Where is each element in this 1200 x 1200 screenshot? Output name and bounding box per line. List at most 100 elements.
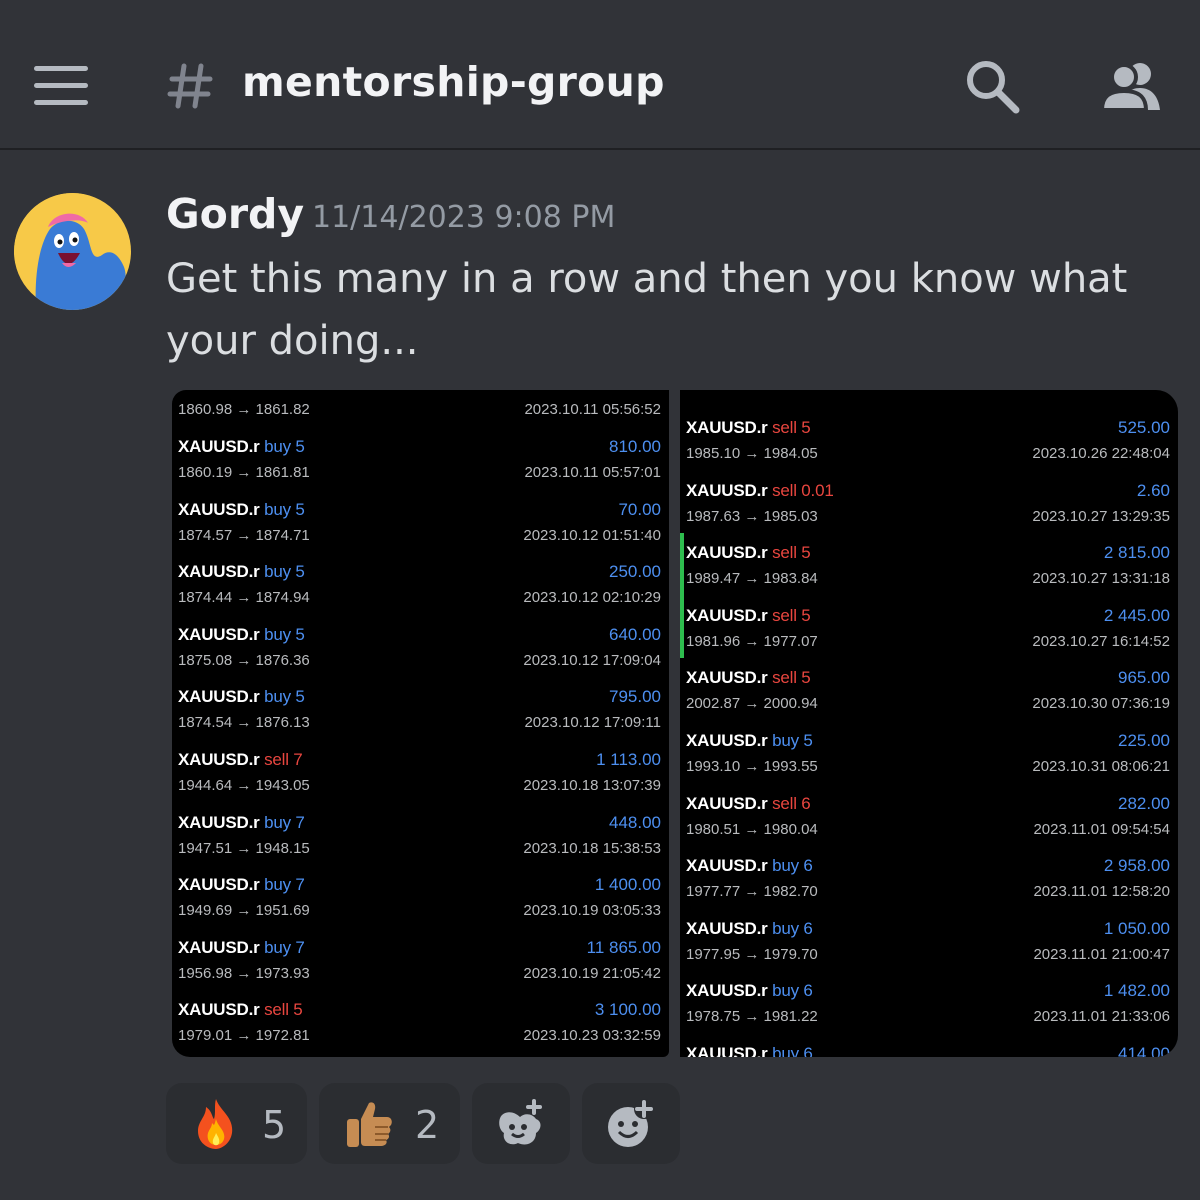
trade-side: buy 6	[772, 918, 813, 938]
trade-symbol: XAUUSD.r buy 6	[686, 919, 813, 939]
trade-prices: 1944.64 → 1943.05	[178, 776, 310, 794]
add-reaction-button[interactable]	[582, 1083, 680, 1164]
trade-row: XAUUSD.r sell 5 525.00 1985.10 → 1984.05 20…	[680, 418, 1178, 481]
trade-profit: 11 865.00	[586, 937, 661, 957]
trade-symbol: XAUUSD.r buy 6	[686, 856, 813, 876]
trade-prices: 1874.57 → 1874.71	[178, 526, 310, 544]
members-icon[interactable]	[1100, 60, 1162, 112]
trade-row: XAUUSD.r sell 6 282.00 1980.51 → 1980.04 20…	[680, 794, 1178, 857]
trade-time: 2023.10.18 15:38:53	[523, 839, 661, 857]
trade-row: XAUUSD.r sell 5 3 100.00 1979.01 → 1972.81…	[172, 1000, 669, 1057]
trade-profit: 225.00	[1118, 730, 1170, 750]
trade-prices: 1874.54 → 1876.13	[178, 714, 310, 732]
menu-icon[interactable]	[34, 66, 88, 106]
trade-symbol-text: XAUUSD.r	[686, 418, 768, 437]
trade-time: 2023.10.12 17:09:11	[524, 714, 661, 732]
trade-profit: 282.00	[1118, 793, 1170, 813]
reaction-count: 2	[415, 1103, 440, 1147]
trade-side: sell 5	[264, 1000, 303, 1020]
trade-list: XAUUSD.r buy 5 810.00 1860.19 → 1861.81 202…	[172, 437, 669, 1057]
reaction-thumbs-up[interactable]: 2	[319, 1083, 460, 1164]
trade-row: XAUUSD.r buy 6 414.00	[680, 1044, 1178, 1057]
trade-time: 2023.10.12 01:51:40	[523, 526, 661, 544]
trade-profit: 1 482.00	[1103, 981, 1170, 1001]
image-attachment-right[interactable]: XAUUSD.r sell 5 525.00 1985.10 → 1984.05 20…	[680, 390, 1178, 1057]
trade-prices: 1977.95 → 1979.70	[686, 945, 818, 963]
trade-symbol-text: XAUUSD.r	[178, 499, 260, 519]
trade-symbol-text: XAUUSD.r	[178, 687, 260, 707]
trade-side: buy 5	[264, 499, 305, 519]
trade-symbol-text: XAUUSD.r	[178, 875, 260, 895]
trade-symbol-text: XAUUSD.r	[178, 437, 260, 456]
trade-symbol: XAUUSD.r sell 6	[686, 794, 811, 814]
avatar[interactable]	[14, 193, 131, 310]
trade-profit: 448.00	[609, 812, 661, 832]
message-timestamp: 11/14/2023 9:08 PM	[312, 200, 616, 235]
trade-time: 2023.10.11 05:57:01	[524, 464, 661, 481]
trade-symbol-text: XAUUSD.r	[686, 918, 768, 938]
trade-symbol: XAUUSD.r sell 5	[686, 606, 811, 626]
trade-symbol: XAUUSD.r sell 0.01	[686, 481, 834, 501]
trade-row: XAUUSD.r buy 6 1 050.00 1977.95 → 1979.70 2…	[680, 919, 1178, 982]
channel-name: mentorship-group	[242, 58, 665, 106]
trade-time: 2023.10.26 22:48:04	[1032, 445, 1170, 462]
trade-time: 2023.10.18 13:07:39	[523, 776, 661, 794]
trade-side: buy 7	[264, 875, 305, 895]
trade-side: buy 5	[264, 687, 305, 707]
trade-symbol: XAUUSD.r buy 5	[686, 731, 813, 751]
trade-prices: 1985.10 → 1984.05	[686, 445, 818, 462]
trade-side: sell 5	[772, 543, 811, 563]
trade-row: XAUUSD.r sell 5 965.00 2002.87 → 2000.94 20…	[680, 668, 1178, 731]
reaction-fire[interactable]: 5	[166, 1083, 307, 1164]
trade-symbol-text: XAUUSD.r	[686, 1043, 768, 1057]
trade-time: 2023.11.01 21:00:47	[1033, 945, 1170, 963]
trade-list: XAUUSD.r sell 5 525.00 1985.10 → 1984.05 20…	[680, 418, 1178, 1057]
trade-prices: 1989.47 → 1983.84	[686, 570, 818, 588]
trade-symbol: XAUUSD.r sell 7	[178, 750, 303, 770]
trade-time: 2023.10.30 07:36:19	[1032, 695, 1170, 713]
trade-row: XAUUSD.r buy 5 795.00 1874.54 → 1876.13 202…	[172, 687, 669, 750]
trade-row: XAUUSD.r sell 0.01 2.60 1987.63 → 1985.03 2…	[680, 481, 1178, 544]
add-super-reaction-button[interactable]	[472, 1083, 570, 1164]
trade-time: 2023.10.12 17:09:04	[523, 651, 661, 669]
trade-symbol-text: XAUUSD.r	[686, 856, 768, 876]
trade-prices: 1956.98 → 1973.93	[178, 964, 310, 982]
trade-row: XAUUSD.r sell 7 1 113.00 1944.64 → 1943.05…	[172, 750, 669, 813]
trade-time: 2023.10.27 13:29:35	[1032, 507, 1170, 525]
trade-symbol: XAUUSD.r buy 6	[686, 981, 813, 1001]
trade-prices: 1977.77 → 1982.70	[686, 883, 818, 901]
trade-time: 2023.10.27 13:31:18	[1032, 570, 1170, 588]
trade-prices: 1860.19 → 1861.81	[178, 464, 310, 481]
hash-icon	[167, 63, 213, 109]
trade-symbol-text: XAUUSD.r	[178, 624, 260, 644]
trade-symbol-text: XAUUSD.r	[686, 793, 768, 813]
trade-profit: 640.00	[609, 624, 661, 644]
trade-time: 2023.10.27 16:14:52	[1032, 632, 1170, 650]
trade-row: XAUUSD.r buy 5 640.00 1875.08 → 1876.36 202…	[172, 625, 669, 688]
trade-profit: 965.00	[1118, 668, 1170, 688]
trade-symbol: XAUUSD.r sell 5	[686, 668, 811, 688]
trade-symbol-text: XAUUSD.r	[686, 668, 768, 688]
trade-profit: 2 815.00	[1103, 543, 1170, 563]
trade-row: XAUUSD.r buy 6 1 482.00 1978.75 → 1981.22 2…	[680, 981, 1178, 1044]
trade-prices: 1875.08 → 1876.36	[178, 651, 310, 669]
trade-symbol: XAUUSD.r buy 7	[178, 938, 305, 958]
message-author[interactable]: Gordy	[166, 190, 304, 238]
search-icon[interactable]	[964, 58, 1020, 114]
trade-prices: 1980.51 → 1980.04	[686, 820, 818, 838]
trade-row: XAUUSD.r buy 7 1 400.00 1949.69 → 1951.69 2…	[172, 875, 669, 938]
image-attachment-left[interactable]: 1860.98 → 1861.82 2023.10.11 05:56:52 XA…	[172, 390, 669, 1057]
trade-profit: 2.60	[1136, 480, 1170, 500]
trade-symbol-text: XAUUSD.r	[686, 730, 768, 750]
trade-symbol-text: XAUUSD.r	[178, 812, 260, 832]
trade-time: 2023.11.01 09:54:54	[1033, 820, 1170, 838]
trade-symbol: XAUUSD.r buy 7	[178, 813, 305, 833]
trade-side: buy 5	[264, 562, 305, 582]
trade-side: sell 5	[772, 418, 811, 437]
trade-symbol-text: XAUUSD.r	[686, 981, 768, 1001]
trade-symbol: XAUUSD.r buy 5	[178, 500, 305, 520]
trade-row: XAUUSD.r buy 7 448.00 1947.51 → 1948.15 202…	[172, 813, 669, 876]
trade-symbol: XAUUSD.r buy 5	[178, 437, 305, 457]
channel-header: mentorship-group	[0, 0, 1200, 150]
trade-profit: 1 400.00	[594, 875, 661, 895]
